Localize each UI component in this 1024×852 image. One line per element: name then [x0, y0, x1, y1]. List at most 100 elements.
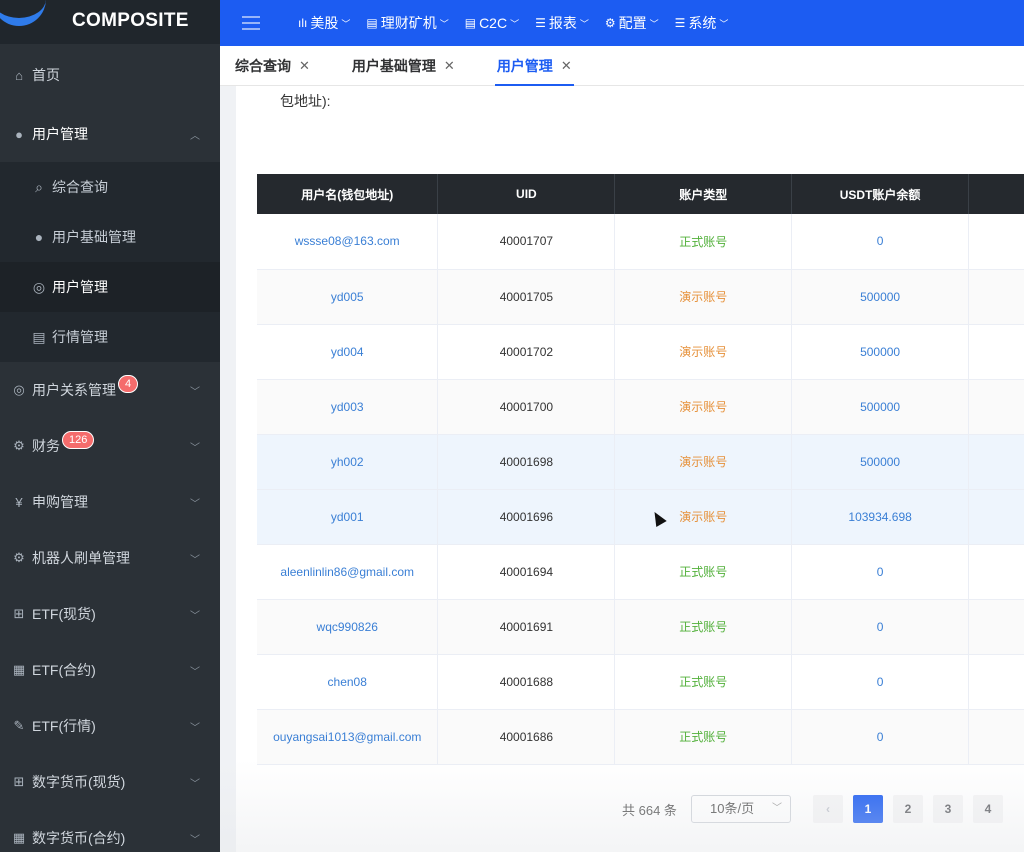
tab-label: 用户管理	[496, 57, 553, 74]
table-row[interactable]: yd003 40001700 演示账号 500000	[257, 379, 1024, 435]
close-icon[interactable]: ✕	[444, 58, 455, 74]
sidebar-item-finance[interactable]: ⚙ 财务 126 ﹀	[0, 418, 220, 474]
shop-icon: ⊞	[13, 774, 25, 789]
uid-cell: 40001686	[437, 709, 616, 765]
sidebar-item-user-management[interactable]: ● 用户管理 ︿	[0, 106, 220, 162]
username-cell[interactable]: yh002	[257, 434, 439, 490]
sidebar-item-label: 首页	[32, 67, 60, 83]
nav-reports[interactable]: ☰ 报表 ﹀	[535, 13, 589, 33]
balance-cell[interactable]: 500000	[791, 324, 970, 380]
logo-icon	[0, 0, 46, 26]
sidebar-item-label: 用户基础管理	[52, 229, 136, 245]
top-navbar: ılı 美股 ﹀ ▤ 理财矿机 ﹀ ▤ C2C ﹀ ☰ 报表 ﹀ ⚙ 配置 ﹀ …	[220, 0, 1024, 46]
balance-cell[interactable]: 0	[791, 544, 970, 600]
tab-composite-query[interactable]: 综合查询 ✕	[235, 46, 310, 86]
balance-cell[interactable]: 500000	[791, 379, 970, 435]
balance-cell[interactable]: 500000	[791, 434, 970, 490]
account-type-label: 演示账号	[679, 455, 728, 469]
extra-cell	[968, 544, 1024, 600]
nav-c2c[interactable]: ▤ C2C ﹀	[465, 15, 519, 31]
extra-cell	[968, 379, 1024, 435]
table-row[interactable]: wqc990826 40001691 正式账号 0	[257, 599, 1024, 655]
uid-cell: 40001707	[437, 214, 616, 270]
tab-user-basic[interactable]: 用户基础管理 ✕	[352, 46, 455, 86]
account-type-cell: 正式账号	[614, 214, 793, 270]
page-button[interactable]: 2	[893, 795, 923, 823]
username-cell[interactable]: wssse08@163.com	[257, 214, 439, 270]
hamburger-icon[interactable]	[242, 16, 260, 30]
username-cell[interactable]: yd001	[257, 489, 439, 545]
sidebar-item-user-relations[interactable]: ◎ 用户关系管理 4 ﹀	[0, 362, 220, 418]
tab-user-manage[interactable]: 用户管理 ✕	[494, 46, 574, 86]
balance-cell[interactable]: 500000	[791, 269, 970, 325]
sidebar-item-label: 财务	[32, 438, 60, 454]
gear-icon: ⚙	[13, 550, 25, 565]
sidebar-item-etf-market[interactable]: ✎ ETF(行情) ﹀	[0, 698, 220, 754]
username-cell[interactable]: aleenlinlin86@gmail.com	[257, 544, 439, 600]
column-header[interactable]: 账户类型	[614, 174, 793, 214]
sidebar-item-crypto-spot[interactable]: ⊞ 数字货币(现货) ﹀	[0, 754, 220, 810]
balance-cell[interactable]: 0	[791, 214, 970, 270]
close-icon[interactable]: ✕	[561, 58, 572, 74]
sidebar-item-label: 用户管理	[52, 279, 108, 295]
sidebar-item-crypto-contract[interactable]: ▦ 数字货币(合约) ﹀	[0, 810, 220, 852]
menu-icon: ☰	[535, 16, 546, 30]
table-header-row: 用户名(钱包地址) UID 账户类型 USDT账户余额	[257, 174, 1024, 214]
edit-icon: ✎	[13, 718, 25, 733]
page-button[interactable]: 4	[973, 795, 1003, 823]
nav-us-stocks[interactable]: ılı 美股 ﹀	[298, 13, 350, 33]
account-type-label: 演示账号	[679, 290, 728, 304]
sidebar-subitem-user-basic[interactable]: ● 用户基础管理	[0, 212, 220, 262]
balance-cell[interactable]: 103934.698	[791, 489, 970, 545]
tab-label: 用户基础管理	[351, 57, 436, 74]
nav-config[interactable]: ⚙ 配置 ﹀	[605, 13, 659, 33]
username-cell[interactable]: yd003	[257, 379, 439, 435]
balance-cell[interactable]: 0	[791, 709, 970, 765]
username-cell[interactable]: chen08	[257, 654, 439, 710]
uid-cell: 40001700	[437, 379, 616, 435]
table-row[interactable]: yd004 40001702 演示账号 500000	[257, 324, 1024, 380]
prev-page-button[interactable]: ‹	[813, 795, 843, 823]
sidebar-item-etf-contract[interactable]: ▦ ETF(合约) ﹀	[0, 642, 220, 698]
page-size-value: 10条/页	[710, 801, 755, 816]
balance-cell[interactable]: 0	[791, 599, 970, 655]
nav-label: 美股	[310, 15, 339, 31]
uid-cell: 40001705	[437, 269, 616, 325]
column-header[interactable]: USDT账户余额	[791, 174, 970, 214]
chevron-down-icon: ﹀	[190, 610, 200, 622]
table-row[interactable]: chen08 40001688 正式账号 0	[257, 654, 1024, 710]
table-row[interactable]: aleenlinlin86@gmail.com 40001694 正式账号 0	[257, 544, 1024, 600]
uid-cell: 40001696	[437, 489, 616, 545]
sidebar-subitem-composite-query[interactable]: ⌕ 综合查询	[0, 162, 220, 212]
sidebar-item-robot-orders[interactable]: ⚙ 机器人刷单管理 ﹀	[0, 530, 220, 586]
page-button[interactable]: 3	[933, 795, 963, 823]
balance-cell[interactable]: 0	[791, 654, 970, 710]
column-header[interactable]: UID	[437, 174, 616, 214]
table-row[interactable]: yd001 40001696 演示账号 103934.698	[257, 489, 1024, 545]
username-cell[interactable]: wqc990826	[257, 599, 439, 655]
username-cell[interactable]: ouyangsai1013@gmail.com	[257, 709, 439, 765]
search-icon: ⌕	[35, 178, 43, 195]
table-row[interactable]: yd005 40001705 演示账号 500000	[257, 269, 1024, 325]
page-size-select[interactable]: 10条/页 ﹀	[691, 795, 791, 823]
sidebar-item-home[interactable]: ⌂ 首页	[0, 44, 220, 106]
close-icon[interactable]: ✕	[299, 58, 310, 74]
column-header[interactable]: 用户名(钱包地址)	[257, 174, 439, 214]
main-content: 包地址): 用户名(钱包地址) UID 账户类型 USDT账户余额 wssse0…	[236, 86, 1024, 852]
sidebar-subitem-market[interactable]: ▤ 行情管理	[0, 312, 220, 362]
chevron-down-icon: ﹀	[439, 18, 449, 29]
sidebar-item-subscription[interactable]: ¥ 申购管理 ﹀	[0, 474, 220, 530]
page-button[interactable]: 1	[853, 795, 883, 823]
extra-cell	[968, 324, 1024, 380]
sidebar: COMPOSITE ⌂ 首页 ● 用户管理 ︿ ⌕ 综合查询 ● 用户基础管理 …	[0, 0, 220, 852]
table-row[interactable]: ouyangsai1013@gmail.com 40001686 正式账号 0	[257, 709, 1024, 765]
sidebar-item-etf-spot[interactable]: ⊞ ETF(现货) ﹀	[0, 586, 220, 642]
nav-mining[interactable]: ▤ 理财矿机 ﹀	[366, 13, 448, 33]
table-row[interactable]: wssse08@163.com 40001707 正式账号 0	[257, 214, 1024, 270]
username-cell[interactable]: yd004	[257, 324, 439, 380]
username-cell[interactable]: yd005	[257, 269, 439, 325]
table-row[interactable]: yh002 40001698 演示账号 500000	[257, 434, 1024, 490]
nav-system[interactable]: ☰ 系统 ﹀	[675, 13, 729, 33]
extra-cell	[968, 709, 1024, 765]
sidebar-subitem-user-manage[interactable]: ◎ 用户管理	[0, 262, 220, 312]
